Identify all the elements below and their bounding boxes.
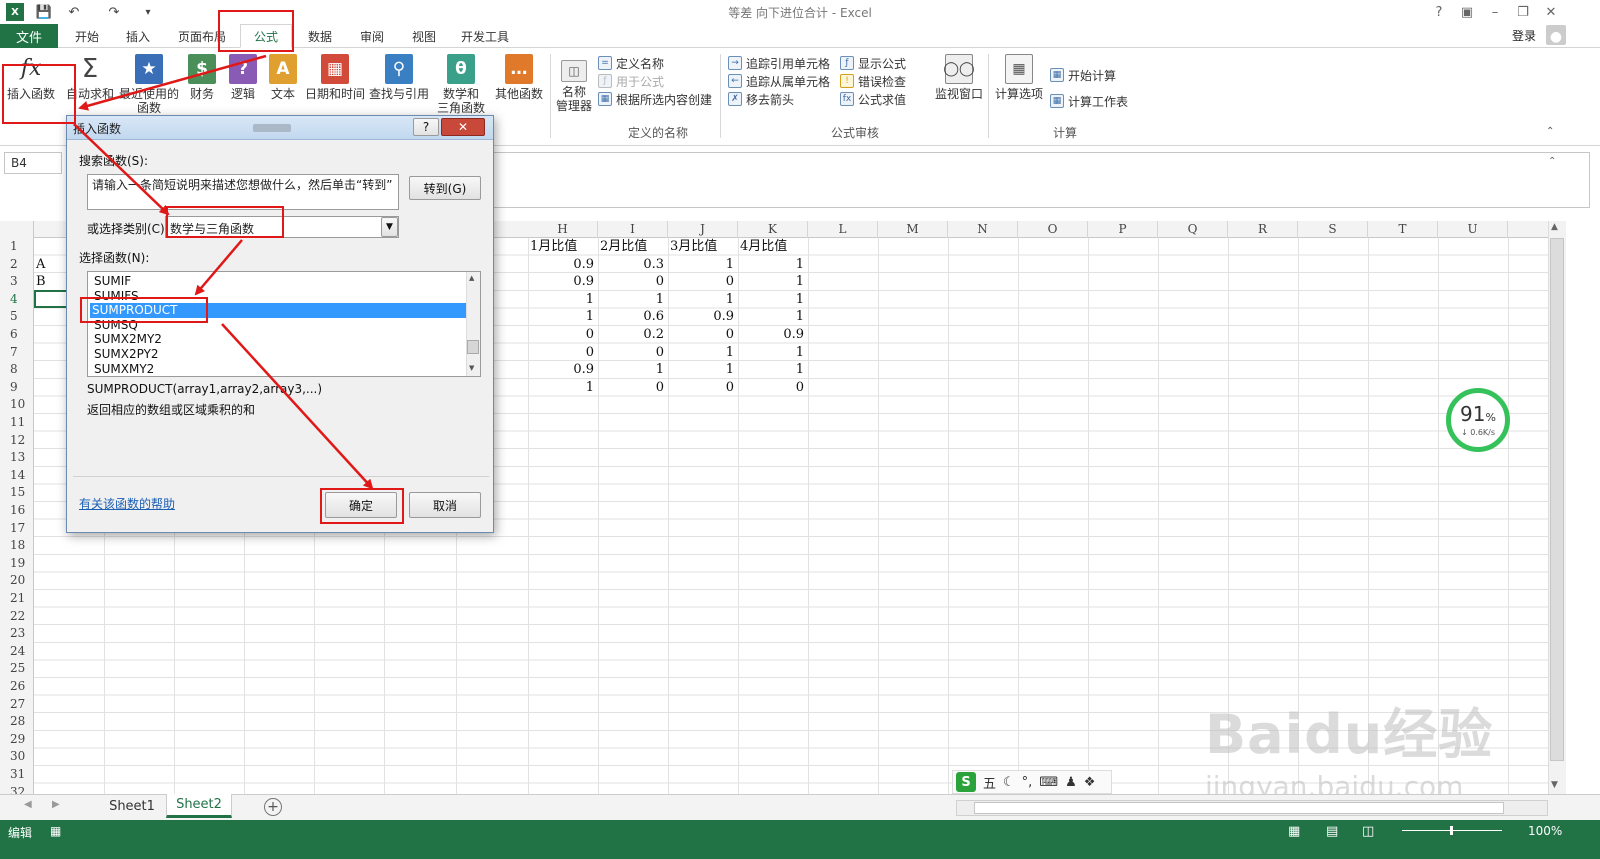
arrow-category-to-sumproduct <box>194 239 243 296</box>
arrow-tab-to-insert-function <box>78 54 267 111</box>
arrow-insert-function-to-category <box>73 123 170 216</box>
annotation-arrows <box>73 54 374 490</box>
excel-window: X 💾 ↶ ↷ ▾ 等差 向下进位合计 - Excel ? ▣ – ❐ ✕ 文件… <box>0 0 1600 859</box>
arrow-sumproduct-to-ok <box>221 323 374 490</box>
